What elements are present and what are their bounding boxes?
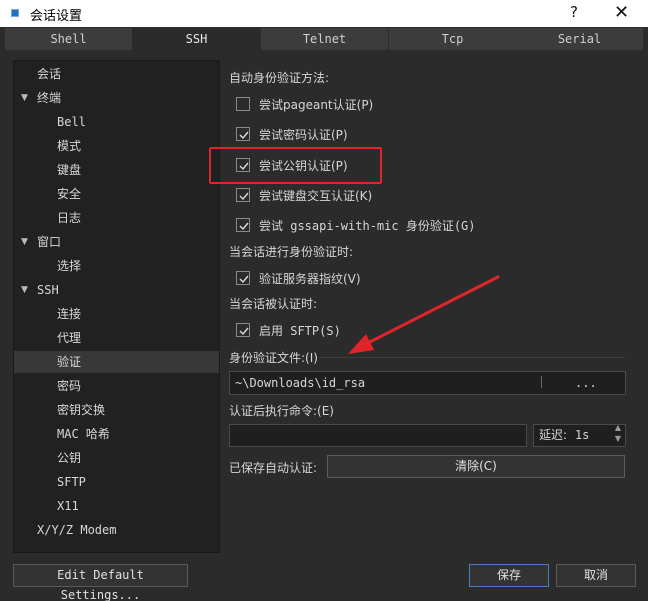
keyboard-interactive-checkbox[interactable] (236, 188, 250, 202)
title-bar: 会话设置 ? ✕ (0, 0, 648, 27)
sftp-label: 启用 SFTP(S) (259, 324, 341, 338)
verify-fingerprint-checkbox[interactable] (236, 271, 250, 285)
identity-file-value: ~\Downloads\id_rsa (235, 376, 366, 390)
tree-item-connection[interactable]: 连接 (14, 303, 219, 325)
tree-item-label: 日志 (57, 211, 82, 225)
tab-tcp[interactable]: Tcp (389, 28, 516, 50)
chevron-down-icon[interactable]: ▼ (21, 231, 28, 253)
post-auth-command-input[interactable] (229, 424, 527, 447)
tree-item-label: SSH (37, 283, 59, 297)
tree-item-auth[interactable]: 验证 (14, 351, 219, 373)
tree-item-window[interactable]: ▼ 窗口 (14, 231, 219, 253)
spin-down-icon[interactable]: ▼ (615, 434, 621, 444)
identity-file-label: 身份验证文件:(I) (229, 351, 318, 365)
tab-serial[interactable]: Serial (516, 28, 643, 50)
check-icon (239, 192, 249, 201)
tree-item-label: 验证 (57, 355, 82, 369)
clear-button[interactable]: 清除(C) (327, 455, 625, 478)
tree-item-mac[interactable]: MAC 哈希 (14, 423, 219, 445)
pageant-checkbox[interactable] (236, 97, 250, 111)
tree-item-modem[interactable]: X/Y/Z Modem (14, 519, 219, 541)
tree-item-label: 键盘 (57, 163, 82, 177)
tree-item-label: 窗口 (37, 235, 62, 249)
tree-item-label: 终端 (37, 91, 62, 105)
tree-item-kex[interactable]: 密钥交换 (14, 399, 219, 421)
cancel-button[interactable]: 取消 (556, 564, 636, 587)
tree-item-cipher[interactable]: 密码 (14, 375, 219, 397)
settings-tree: 会话 ▼ 终端 Bell 模式 键盘 安全 日志 ▼ 窗口 选择 ▼ SSH 连接 代… (13, 60, 220, 553)
auth-methods-title: 自动身份验证方法: (229, 71, 330, 85)
gssapi-checkbox[interactable] (236, 218, 250, 232)
password-label: 尝试密码认证(P) (259, 128, 348, 142)
edit-default-settings-button[interactable]: Edit Default Settings... (13, 564, 188, 601)
chevron-down-icon[interactable]: ▼ (21, 87, 28, 109)
tree-item-label: MAC 哈希 (57, 427, 110, 441)
tree-item-hostkey[interactable]: 公钥 (14, 447, 219, 469)
tab-shell[interactable]: Shell (5, 28, 132, 50)
app-icon (11, 9, 19, 17)
tree-item-label: 安全 (57, 187, 82, 201)
identity-file-input[interactable]: ~\Downloads\id_rsa (229, 371, 626, 395)
keyboard-interactive-label: 尝试键盘交互认证(K) (259, 189, 373, 203)
close-button[interactable]: ✕ (614, 2, 629, 23)
delay-value: 1s (574, 428, 590, 442)
tab-bar: Shell SSH Telnet Tcp Serial (5, 28, 643, 50)
delay-label: 延迟: (539, 428, 568, 442)
check-icon (239, 275, 249, 284)
divider (541, 376, 542, 388)
during-auth-title: 当会话进行身份验证时: (229, 245, 354, 259)
tree-item-proxy[interactable]: 代理 (14, 327, 219, 349)
tree-item-label: X/Y/Z Modem (37, 523, 117, 537)
tree-item-label: 密钥交换 (57, 403, 106, 417)
tree-item-label: 公钥 (57, 451, 82, 465)
annotation-arrow-icon (348, 275, 500, 354)
tree-item-label: 会话 (37, 67, 62, 81)
saved-auth-label: 已保存自动认证: (229, 461, 318, 475)
tree-item-bell[interactable]: Bell (14, 111, 219, 133)
tree-item-selection[interactable]: 选择 (14, 255, 219, 277)
check-icon (239, 222, 249, 231)
tree-item-x11[interactable]: X11 (14, 495, 219, 517)
tab-ssh[interactable]: SSH (133, 28, 260, 50)
tree-item-sftp[interactable]: SFTP (14, 471, 219, 493)
authenticated-title: 当会话被认证时: (229, 297, 318, 311)
tree-item-mode[interactable]: 模式 (14, 135, 219, 157)
spin-up-icon[interactable]: ▲ (615, 423, 621, 433)
tree-item-session[interactable]: 会话 (14, 63, 219, 85)
browse-button[interactable]: ... (575, 376, 597, 390)
window-title: 会话设置 (30, 9, 83, 24)
save-button[interactable]: 保存 (469, 564, 549, 587)
tree-item-security[interactable]: 安全 (14, 183, 219, 205)
password-checkbox[interactable] (236, 127, 250, 141)
tree-item-label: 选择 (57, 259, 82, 273)
delay-spinner[interactable]: 延迟: 1s ▲ ▼ (533, 423, 626, 447)
tree-item-label: 连接 (57, 307, 82, 321)
help-button[interactable]: ? (570, 3, 578, 21)
tab-telnet[interactable]: Telnet (261, 28, 388, 50)
tree-item-label: 模式 (57, 139, 82, 153)
pageant-label: 尝试pageant认证(P) (259, 98, 374, 112)
tree-item-label: X11 (57, 499, 79, 513)
gssapi-label: 尝试 gssapi-with-mic 身份验证(G) (259, 219, 476, 233)
sftp-checkbox[interactable] (236, 323, 250, 337)
tree-item-label: SFTP (57, 475, 86, 489)
tree-item-label: Bell (57, 115, 86, 129)
tree-item-terminal[interactable]: ▼ 终端 (14, 87, 219, 109)
highlight-box (209, 147, 382, 184)
post-auth-command-label: 认证后执行命令:(E) (229, 404, 334, 418)
tree-item-log[interactable]: 日志 (14, 207, 219, 229)
tree-item-ssh[interactable]: ▼ SSH (14, 279, 219, 301)
tree-item-label: 密码 (57, 379, 82, 393)
chevron-down-icon[interactable]: ▼ (21, 279, 28, 301)
check-icon (239, 327, 249, 336)
check-icon (239, 131, 249, 140)
tree-item-keyboard[interactable]: 键盘 (14, 159, 219, 181)
tree-item-label: 代理 (57, 331, 82, 345)
